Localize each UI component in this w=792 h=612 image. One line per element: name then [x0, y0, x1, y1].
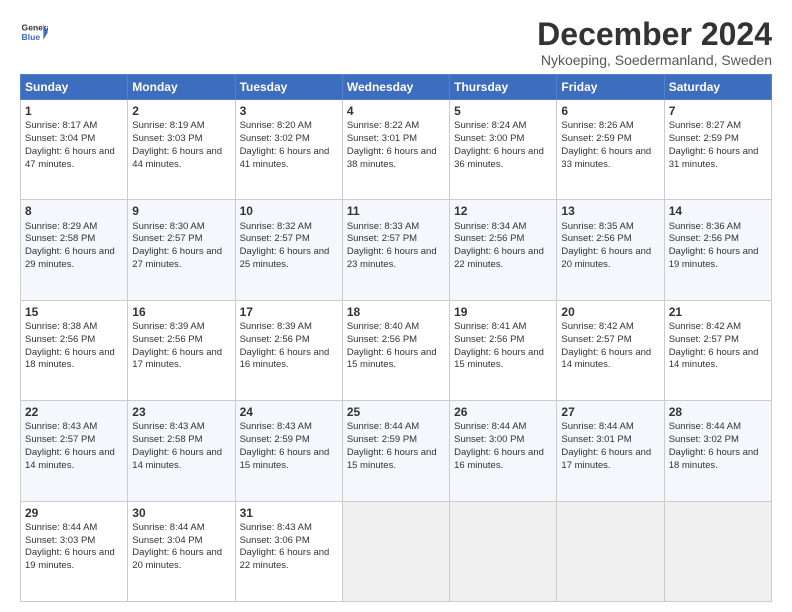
svg-text:Blue: Blue [22, 32, 41, 42]
table-row: 22 Sunrise: 8:43 AMSunset: 2:57 PMDaylig… [21, 401, 772, 501]
day-18: 18 Sunrise: 8:40 AMSunset: 2:56 PMDaylig… [342, 300, 449, 400]
day-11: 11 Sunrise: 8:33 AMSunset: 2:57 PMDaylig… [342, 200, 449, 300]
logo: General Blue [20, 18, 48, 46]
day-10: 10 Sunrise: 8:32 AMSunset: 2:57 PMDaylig… [235, 200, 342, 300]
day-16: 16 Sunrise: 8:39 AMSunset: 2:56 PMDaylig… [128, 300, 235, 400]
day-27: 27 Sunrise: 8:44 AMSunset: 3:01 PMDaylig… [557, 401, 664, 501]
table-row: 29 Sunrise: 8:44 AMSunset: 3:03 PMDaylig… [21, 501, 772, 601]
day-15: 15 Sunrise: 8:38 AMSunset: 2:56 PMDaylig… [21, 300, 128, 400]
day-5: 5 Sunrise: 8:24 AMSunset: 3:00 PMDayligh… [450, 100, 557, 200]
day-25: 25 Sunrise: 8:44 AMSunset: 2:59 PMDaylig… [342, 401, 449, 501]
col-tuesday: Tuesday [235, 75, 342, 100]
day-7: 7 Sunrise: 8:27 AMSunset: 2:59 PMDayligh… [664, 100, 771, 200]
col-saturday: Saturday [664, 75, 771, 100]
day-6: 6 Sunrise: 8:26 AMSunset: 2:59 PMDayligh… [557, 100, 664, 200]
calendar-header-row: Sunday Monday Tuesday Wednesday Thursday… [21, 75, 772, 100]
day-2: 2 Sunrise: 8:19 AMSunset: 3:03 PMDayligh… [128, 100, 235, 200]
calendar-subtitle: Nykoeping, Soedermanland, Sweden [537, 52, 772, 68]
day-31: 31 Sunrise: 8:43 AMSunset: 3:06 PMDaylig… [235, 501, 342, 601]
day-26: 26 Sunrise: 8:44 AMSunset: 3:00 PMDaylig… [450, 401, 557, 501]
col-sunday: Sunday [21, 75, 128, 100]
empty-cell [664, 501, 771, 601]
day-12: 12 Sunrise: 8:34 AMSunset: 2:56 PMDaylig… [450, 200, 557, 300]
day-1: 1 Sunrise: 8:17 AMSunset: 3:04 PMDayligh… [21, 100, 128, 200]
col-wednesday: Wednesday [342, 75, 449, 100]
table-row: 1 Sunrise: 8:17 AMSunset: 3:04 PMDayligh… [21, 100, 772, 200]
table-row: 15 Sunrise: 8:38 AMSunset: 2:56 PMDaylig… [21, 300, 772, 400]
col-thursday: Thursday [450, 75, 557, 100]
day-20: 20 Sunrise: 8:42 AMSunset: 2:57 PMDaylig… [557, 300, 664, 400]
day-29: 29 Sunrise: 8:44 AMSunset: 3:03 PMDaylig… [21, 501, 128, 601]
table-row: 8 Sunrise: 8:29 AMSunset: 2:58 PMDayligh… [21, 200, 772, 300]
day-4: 4 Sunrise: 8:22 AMSunset: 3:01 PMDayligh… [342, 100, 449, 200]
page: General Blue December 2024 Nykoeping, So… [0, 0, 792, 612]
day-22: 22 Sunrise: 8:43 AMSunset: 2:57 PMDaylig… [21, 401, 128, 501]
day-30: 30 Sunrise: 8:44 AMSunset: 3:04 PMDaylig… [128, 501, 235, 601]
day-13: 13 Sunrise: 8:35 AMSunset: 2:56 PMDaylig… [557, 200, 664, 300]
calendar-title: December 2024 [537, 18, 772, 50]
empty-cell [450, 501, 557, 601]
col-monday: Monday [128, 75, 235, 100]
logo-icon: General Blue [20, 18, 48, 46]
day-3: 3 Sunrise: 8:20 AMSunset: 3:02 PMDayligh… [235, 100, 342, 200]
header: General Blue December 2024 Nykoeping, So… [20, 18, 772, 68]
day-23: 23 Sunrise: 8:43 AMSunset: 2:58 PMDaylig… [128, 401, 235, 501]
day-9: 9 Sunrise: 8:30 AMSunset: 2:57 PMDayligh… [128, 200, 235, 300]
title-block: December 2024 Nykoeping, Soedermanland, … [537, 18, 772, 68]
day-17: 17 Sunrise: 8:39 AMSunset: 2:56 PMDaylig… [235, 300, 342, 400]
calendar-table: Sunday Monday Tuesday Wednesday Thursday… [20, 74, 772, 602]
day-24: 24 Sunrise: 8:43 AMSunset: 2:59 PMDaylig… [235, 401, 342, 501]
day-28: 28 Sunrise: 8:44 AMSunset: 3:02 PMDaylig… [664, 401, 771, 501]
day-8: 8 Sunrise: 8:29 AMSunset: 2:58 PMDayligh… [21, 200, 128, 300]
empty-cell [342, 501, 449, 601]
day-19: 19 Sunrise: 8:41 AMSunset: 2:56 PMDaylig… [450, 300, 557, 400]
empty-cell [557, 501, 664, 601]
day-21: 21 Sunrise: 8:42 AMSunset: 2:57 PMDaylig… [664, 300, 771, 400]
col-friday: Friday [557, 75, 664, 100]
day-14: 14 Sunrise: 8:36 AMSunset: 2:56 PMDaylig… [664, 200, 771, 300]
